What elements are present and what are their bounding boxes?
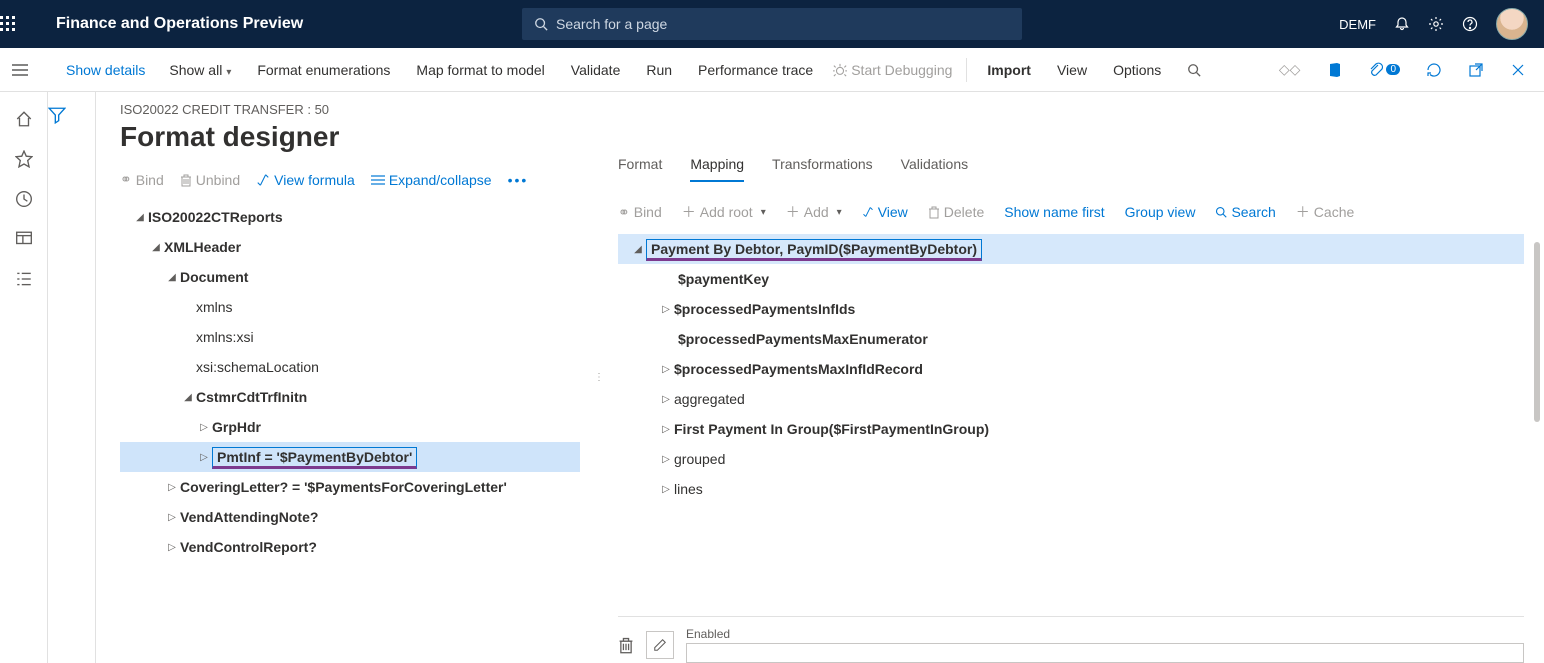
tree-node[interactable]: CoveringLetter? = '$PaymentsForCoveringL… [180,479,507,495]
import-button[interactable]: Import [981,56,1037,84]
map-node[interactable]: First Payment In Group($FirstPaymentInGr… [674,421,989,437]
tree-node[interactable]: GrpHdr [212,419,261,435]
unbind-button: Unbind [180,172,240,188]
office-icon[interactable] [1320,58,1348,82]
expand-icon[interactable]: ▷ [196,452,212,463]
start-debugging-button: Start Debugging [833,62,952,78]
tree-node[interactable]: VendAttendingNote? [180,509,318,525]
show-name-first-button[interactable]: Show name first [1004,204,1104,220]
link-icon[interactable]: ◇◇ [1273,57,1307,82]
expand-collapse-button[interactable]: Expand/collapse [371,172,492,188]
tree-node[interactable]: XMLHeader [164,239,241,255]
delete-button: Delete [928,204,984,220]
refresh-icon[interactable] [1420,58,1448,82]
attachment-count-badge: 0 [1386,64,1400,75]
app-title: Finance and Operations Preview [56,15,303,33]
search-icon[interactable] [1181,59,1207,81]
gear-icon[interactable] [1428,16,1444,32]
expand-icon[interactable]: ▷ [658,364,674,375]
tab-transformations[interactable]: Transformations [772,156,873,182]
format-tree: ◢ISO20022CTReports ◢XMLHeader ◢Document … [120,202,596,562]
view-formula-button[interactable]: View formula [256,172,355,188]
map-node[interactable]: $processedPaymentsMaxInfIdRecord [674,361,923,377]
close-icon[interactable] [1504,58,1532,82]
more-icon[interactable]: ••• [508,172,529,188]
expand-icon[interactable]: ▷ [164,542,180,553]
collapse-icon[interactable]: ◢ [164,272,180,283]
recent-icon[interactable] [15,190,33,208]
expand-icon[interactable]: ▷ [164,482,180,493]
map-node[interactable]: grouped [674,451,725,467]
bell-icon[interactable] [1394,16,1410,32]
edit-icon[interactable] [646,631,674,659]
home-icon[interactable] [15,110,33,128]
show-details-button[interactable]: Show details [62,56,149,84]
search-placeholder: Search for a page [556,16,667,32]
page-title: Format designer [120,121,596,153]
tab-format[interactable]: Format [618,156,662,182]
expand-icon[interactable]: ▷ [658,394,674,405]
group-view-button[interactable]: Group view [1125,204,1196,220]
format-enumerations-button[interactable]: Format enumerations [251,56,396,84]
delete-icon[interactable] [618,636,634,654]
map-format-to-model-button[interactable]: Map format to model [410,56,550,84]
tree-node[interactable]: CstmrCdtTrfInitn [196,389,307,405]
waffle-icon[interactable] [0,16,48,32]
expand-icon[interactable]: ▷ [658,304,674,315]
star-icon[interactable] [15,150,33,168]
help-icon[interactable] [1462,16,1478,32]
expand-icon[interactable]: ▷ [164,512,180,523]
view-button[interactable]: View [1051,56,1093,84]
map-node[interactable]: aggregated [674,391,745,407]
view-button[interactable]: View [862,204,908,220]
search-button[interactable]: Search [1215,204,1275,220]
expand-icon[interactable]: ▷ [658,424,674,435]
add-dropdown[interactable]: ＋Add [786,202,842,222]
enabled-label: Enabled [686,627,1524,641]
expand-icon[interactable]: ▷ [658,454,674,465]
collapse-icon[interactable]: ◢ [630,244,646,255]
search-input[interactable]: Search for a page [522,8,1022,40]
bind-button: ⚭Bind [618,204,662,221]
expand-icon[interactable]: ▷ [196,422,212,433]
hamburger-icon[interactable] [12,63,48,77]
collapse-icon[interactable]: ◢ [148,242,164,253]
options-button[interactable]: Options [1107,56,1167,84]
filter-icon[interactable] [48,106,95,124]
add-root-dropdown[interactable]: ＋Add root [682,202,766,222]
expand-icon[interactable]: ▷ [658,484,674,495]
tree-node-selected[interactable]: PmtInf = '$PaymentByDebtor' [212,447,417,469]
modules-icon[interactable] [15,270,33,288]
scrollbar[interactable] [1534,242,1540,422]
tree-node[interactable]: xmlns [196,299,233,315]
tab-validations[interactable]: Validations [901,156,968,182]
map-node[interactable]: $processedPaymentsInfIds [674,301,855,317]
run-button[interactable]: Run [640,56,678,84]
collapse-icon[interactable]: ◢ [180,392,196,403]
performance-trace-button[interactable]: Performance trace [692,56,819,84]
collapse-icon[interactable]: ◢ [132,212,148,223]
validate-button[interactable]: Validate [565,56,627,84]
show-all-dropdown[interactable]: Show all [163,56,237,84]
tree-node[interactable]: VendControlReport? [180,539,317,555]
map-node[interactable]: $paymentKey [678,271,769,287]
workspace-icon[interactable] [15,230,33,248]
tree-node[interactable]: xsi:schemaLocation [196,359,319,375]
cache-button: ＋Cache [1296,202,1354,222]
tree-node[interactable]: Document [180,269,248,285]
map-node[interactable]: lines [674,481,703,497]
map-node-selected[interactable]: Payment By Debtor, PaymID($PaymentByDebt… [646,239,982,261]
breadcrumb: ISO20022 CREDIT TRANSFER : 50 [120,102,596,117]
map-node[interactable]: $processedPaymentsMaxEnumerator [678,331,928,347]
company-code[interactable]: DEMF [1339,17,1376,32]
avatar[interactable] [1496,8,1528,40]
popout-icon[interactable] [1462,58,1490,82]
attachments-icon[interactable]: 0 [1362,58,1406,82]
tree-node[interactable]: xmlns:xsi [196,329,254,345]
enabled-field[interactable] [686,643,1524,663]
tree-node[interactable]: ISO20022CTReports [148,209,283,225]
tab-mapping[interactable]: Mapping [690,156,744,182]
mapping-tree: ◢ Payment By Debtor, PaymID($PaymentByDe… [618,234,1524,504]
bind-button: ⚭Bind [120,171,164,188]
